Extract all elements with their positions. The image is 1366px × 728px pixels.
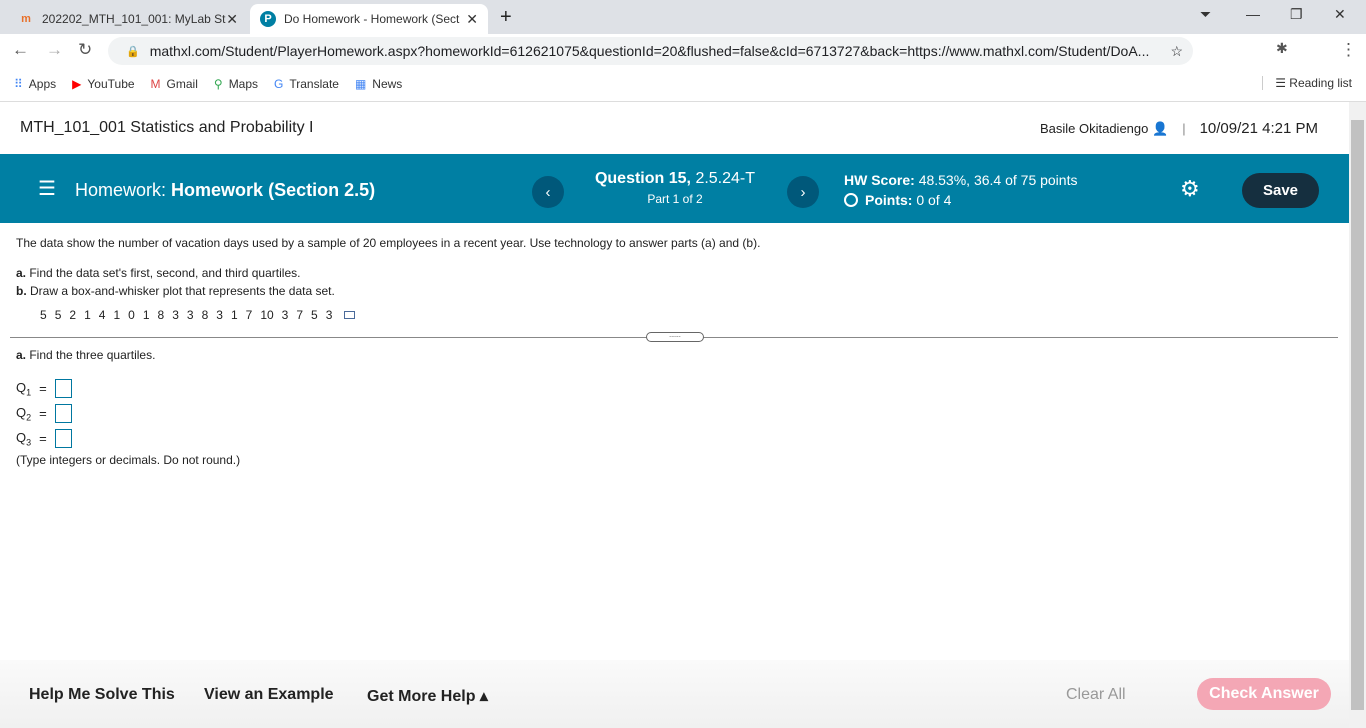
forward-icon[interactable]: → — [46, 40, 63, 60]
extensions-icon[interactable]: ✱ — [1276, 40, 1288, 57]
data-value: 7 — [245, 308, 253, 322]
quartile-row: Q2 = — [16, 401, 240, 426]
hamburger-menu-icon[interactable]: ☰ — [38, 176, 56, 201]
close-tab-icon[interactable]: ✕ — [466, 11, 478, 28]
get-more-help-button[interactable]: Get More Help ▴ — [367, 686, 488, 706]
points-circle-icon — [844, 193, 858, 207]
bookmarks-bar: ⠿ Apps ▶ YouTube M Gmail ⚲ Maps G Translate ▦… — [0, 67, 1366, 102]
back-icon[interactable]: ← — [12, 40, 29, 60]
scrollbar[interactable] — [1349, 102, 1366, 728]
footer: Help Me Solve This View an Example Get M… — [0, 660, 1349, 728]
bookmark-youtube[interactable]: ▶ YouTube — [72, 77, 134, 91]
data-value: 3 — [216, 308, 223, 322]
maximize-button[interactable]: ❐ — [1290, 6, 1303, 23]
course-title: MTH_101_001 Statistics and Probability I — [20, 119, 314, 136]
gear-icon[interactable]: ⚙ — [1180, 176, 1200, 202]
reload-icon[interactable]: ↻ — [78, 40, 92, 60]
translate-icon: G — [274, 77, 284, 91]
quartile-row: Q3 = — [16, 426, 240, 451]
part-a: a. Find the three quartiles. Q1 = Q2 = Q3 = (… — [16, 348, 241, 467]
user-icon: 👤 — [1152, 121, 1169, 136]
gmail-icon: M — [150, 77, 161, 91]
hint-text: (Type integers or decimals. Do not round… — [16, 453, 241, 467]
datetime: 10/09/21 4:21 PM — [1199, 120, 1318, 137]
course-header: MTH_101_001 Statistics and Probability I… — [20, 119, 1318, 137]
menu-dots-icon[interactable]: ⋮ — [1340, 40, 1357, 60]
quartile-label: Q1 — [16, 379, 32, 398]
close-window-button[interactable]: ✕ — [1334, 6, 1346, 23]
close-tab-icon[interactable]: ✕ — [226, 11, 238, 28]
lock-icon: 🔒 — [126, 45, 140, 58]
check-answer-button[interactable]: Check Answer — [1197, 678, 1331, 710]
question-info: Question 15, 2.5.24-T Part 1 of 2 — [594, 170, 756, 206]
bookmark-maps[interactable]: ⚲ Maps — [214, 77, 258, 91]
data-value: 5 — [311, 308, 318, 322]
data-value: 2 — [69, 308, 77, 322]
bookmark-apps[interactable]: ⠿ Apps — [14, 77, 56, 91]
url-input[interactable]: 🔒 mathxl.com/Student/PlayerHomework.aspx?… — [108, 37, 1193, 65]
data-value: 0 — [128, 308, 135, 322]
question-intro: The data show the number of vacation day… — [16, 236, 761, 250]
apps-icon: ⠿ — [14, 77, 23, 91]
data-value: 7 — [296, 308, 304, 322]
scrollbar-thumb[interactable] — [1351, 120, 1364, 710]
data-value: 8 — [157, 308, 165, 322]
data-value: 3 — [172, 308, 179, 322]
next-question-button[interactable]: › — [787, 176, 819, 208]
help-me-solve-button[interactable]: Help Me Solve This — [29, 686, 175, 704]
pearson-icon: P — [260, 11, 276, 27]
bookmark-translate[interactable]: G Translate — [274, 77, 339, 91]
data-value: 1 — [230, 308, 238, 322]
news-icon: ▦ — [354, 77, 367, 91]
score-info: HW Score: 48.53%, 36.4 of 75 points Point… — [844, 172, 1078, 208]
data-value: 3 — [325, 308, 333, 322]
new-tab-button[interactable]: + — [500, 6, 512, 29]
quartile-label: Q2 — [16, 404, 32, 423]
address-bar-row: ← → ↻ 🔒 mathxl.com/Student/PlayerHomework… — [0, 34, 1366, 67]
data-set: 5 5 2 1 4 1 0 1 8 3 3 8 3 1 7 10 3 7 5 3 — [40, 308, 1336, 322]
data-value: 5 — [40, 308, 47, 322]
quartile-label: Q3 — [16, 429, 32, 448]
star-icon[interactable]: ☆ — [1170, 43, 1183, 60]
data-value: 1 — [113, 308, 121, 322]
bookmark-news[interactable]: ▦ News — [355, 77, 402, 91]
homework-bar: ☰ Homework: Homework (Section 2.5) ‹ Que… — [0, 154, 1349, 223]
homework-title: Homework: Homework (Section 2.5) — [75, 180, 376, 200]
maps-icon: ⚲ — [213, 77, 223, 91]
data-value: 1 — [84, 308, 91, 322]
quartile-3-input[interactable] — [54, 429, 72, 448]
data-value: 3 — [281, 308, 289, 322]
data-value: 1 — [142, 308, 150, 322]
previous-question-button[interactable]: ‹ — [532, 176, 564, 208]
tab-mylab[interactable]: m 202202_MTH_101_001: MyLab St ✕ — [8, 4, 248, 34]
quartile-1-input[interactable] — [54, 379, 72, 398]
data-value: 5 — [54, 308, 62, 322]
question-content: The data show the number of vacation day… — [16, 236, 1336, 322]
data-value: 3 — [186, 308, 194, 322]
data-value: 4 — [98, 308, 106, 322]
youtube-icon: ▶ — [72, 77, 82, 91]
view-example-button[interactable]: View an Example — [204, 686, 334, 704]
minimize-button[interactable]: — — [1246, 6, 1260, 22]
data-value: 10 — [260, 308, 274, 322]
quartile-2-input[interactable] — [54, 404, 72, 423]
mylab-icon: m — [21, 13, 31, 25]
save-button[interactable]: Save — [1242, 173, 1319, 208]
user-name[interactable]: Basile Okitadiengo — [1040, 121, 1148, 136]
profile-dropdown-icon[interactable]: ⏷ — [1200, 6, 1211, 23]
quartile-row: Q1 = — [16, 376, 240, 401]
reading-list-button[interactable]: ☰ Reading list — [1262, 76, 1352, 90]
tab-bar: m 202202_MTH_101_001: MyLab St ✕ P Do Homew… — [0, 0, 1366, 34]
tab-homework[interactable]: P Do Homework - Homework (Sect ✕ — [250, 4, 488, 34]
bookmark-gmail[interactable]: M Gmail — [151, 77, 198, 91]
clear-all-button[interactable]: Clear All — [1066, 686, 1126, 704]
resize-handle[interactable]: ...... — [646, 332, 704, 342]
data-value: 8 — [201, 308, 209, 322]
copy-data-icon[interactable] — [344, 311, 356, 319]
